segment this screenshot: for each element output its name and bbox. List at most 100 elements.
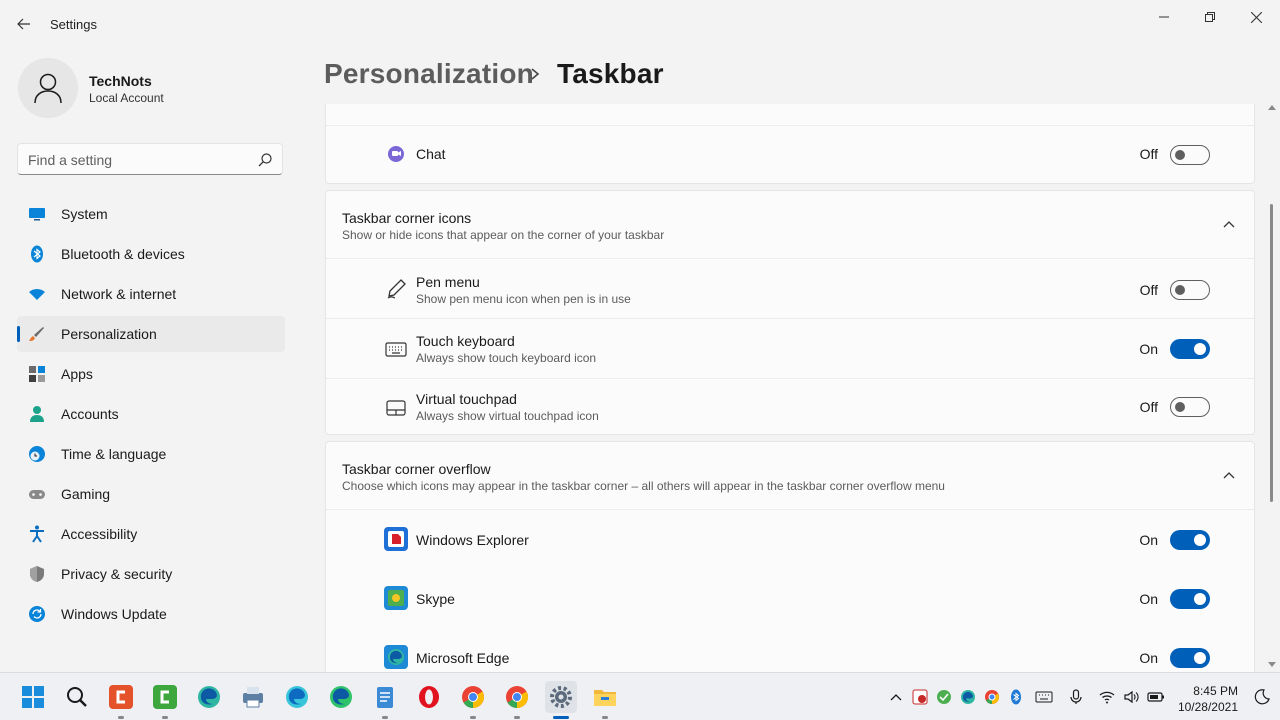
edge-icon (330, 686, 352, 708)
sidebar-item-system[interactable]: System (17, 196, 285, 232)
chrome-icon[interactable] (984, 689, 1000, 705)
printer-icon (243, 687, 263, 708)
wifi-icon (29, 289, 45, 300)
chevron-up-icon[interactable] (1222, 218, 1236, 232)
search-icon[interactable] (257, 152, 273, 168)
sidebar-nav: System Bluetooth & devices Network & int… (17, 196, 285, 636)
taskbar-app-edge-dev[interactable] (193, 681, 225, 713)
taskbar-app-camtasia-red[interactable] (105, 681, 137, 719)
chevron-up-icon[interactable] (1222, 469, 1236, 483)
virtual-touchpad-toggle[interactable] (1170, 397, 1210, 417)
virtual-touchpad-state: Off (1139, 399, 1158, 415)
shield-icon (30, 566, 44, 582)
focus-assist-icon[interactable] (1254, 689, 1270, 705)
taskbar-search-button[interactable] (61, 681, 93, 713)
settings-content[interactable]: Chat Off Taskbar corner icons Show or hi… (325, 104, 1255, 672)
chat-row[interactable]: Chat Off (326, 126, 1254, 185)
microsoft-edge-label: Microsoft Edge (416, 650, 510, 666)
touch-keyboard-toggle[interactable] (1170, 339, 1210, 359)
pen-menu-row[interactable]: Pen menu Show pen menu icon when pen is … (326, 259, 1254, 318)
brush-icon (29, 327, 44, 341)
gamepad-icon (29, 490, 45, 499)
security-check-icon[interactable] (936, 689, 952, 705)
breadcrumb-parent[interactable]: Personalization (324, 58, 534, 90)
camtasia-recorder-icon (153, 685, 177, 709)
taskbar-app-scanner[interactable] (237, 681, 269, 713)
corner-overflow-header[interactable]: Taskbar corner overflow Choose which ico… (326, 442, 1254, 509)
skype-row[interactable]: Skype On (326, 569, 1254, 628)
battery-icon[interactable] (1147, 689, 1165, 705)
taskbar-app-settings[interactable] (545, 681, 577, 719)
gear-icon (550, 686, 572, 708)
microphone-icon[interactable] (1068, 689, 1084, 705)
sidebar-item-accounts[interactable]: Accounts (17, 396, 285, 432)
sidebar-item-accessibility[interactable]: Accessibility (17, 516, 285, 552)
skype-state: On (1139, 591, 1158, 607)
scroll-down-icon[interactable] (1268, 662, 1276, 668)
touch-keyboard-row[interactable]: Touch keyboard Always show touch keyboar… (326, 319, 1254, 378)
taskbar-app-notepad[interactable] (369, 681, 401, 719)
page-title: Taskbar (557, 58, 664, 89)
search-input[interactable]: Find a setting (17, 143, 283, 175)
pen-icon (387, 279, 406, 299)
scroll-thumb[interactable] (1270, 204, 1273, 502)
back-button[interactable] (12, 12, 36, 36)
sidebar-item-bluetooth[interactable]: Bluetooth & devices (17, 236, 285, 272)
microsoft-edge-row[interactable]: Microsoft Edge On (326, 628, 1254, 672)
pen-menu-toggle[interactable] (1170, 280, 1210, 300)
taskbar-app-file-explorer[interactable] (589, 681, 621, 719)
edge-icon (198, 686, 220, 708)
bluetooth-icon[interactable] (1008, 689, 1024, 705)
tray-app-icon[interactable] (912, 689, 928, 705)
keyboard-icon (385, 342, 407, 357)
scroll-up-icon[interactable] (1268, 104, 1276, 110)
sidebar-item-time-language[interactable]: Time & language (17, 436, 285, 472)
microsoft-edge-toggle[interactable] (1170, 648, 1210, 668)
minimize-button[interactable] (1141, 4, 1187, 30)
volume-icon[interactable] (1123, 689, 1139, 705)
edge-icon[interactable] (960, 689, 976, 705)
close-button[interactable] (1233, 4, 1279, 30)
sidebar-item-gaming[interactable]: Gaming (17, 476, 285, 512)
wifi-icon[interactable] (1099, 689, 1115, 705)
sidebar-item-network[interactable]: Network & internet (17, 276, 285, 312)
sidebar-item-label: Accessibility (61, 526, 138, 542)
keyboard-icon[interactable] (1035, 689, 1053, 705)
skype-toggle[interactable] (1170, 589, 1210, 609)
chat-icon (388, 146, 404, 162)
chevron-right-icon (531, 68, 540, 80)
running-indicator (382, 716, 388, 719)
windows-explorer-row[interactable]: Windows Explorer On (326, 510, 1254, 569)
taskbar-app-opera[interactable] (413, 681, 445, 713)
chat-toggle[interactable] (1170, 145, 1210, 165)
taskbar-app-chrome-profile-2[interactable] (501, 681, 533, 719)
apps-icon (29, 366, 45, 382)
clock[interactable]: 8:45 PM 10/28/2021 (1178, 683, 1238, 715)
start-button[interactable] (17, 681, 49, 713)
taskbar-app-edge[interactable] (325, 681, 357, 713)
virtual-touchpad-row[interactable]: Virtual touchpad Always show virtual tou… (326, 379, 1254, 436)
opera-icon (419, 686, 439, 708)
section-title: Taskbar corner icons (342, 210, 472, 226)
chevron-up-icon[interactable] (888, 689, 904, 705)
sidebar-item-label: System (61, 206, 108, 222)
notepad-icon (377, 687, 393, 708)
corner-icons-header[interactable]: Taskbar corner icons Show or hide icons … (326, 191, 1254, 258)
taskbar-app-camtasia-green[interactable] (149, 681, 181, 719)
sidebar-item-windows-update[interactable]: Windows Update (17, 596, 285, 632)
running-indicator (602, 716, 608, 719)
sidebar-item-label: Network & internet (61, 286, 177, 302)
taskbar-app-edge-beta[interactable] (281, 681, 313, 713)
scrollbar[interactable] (1266, 104, 1278, 670)
windows-explorer-toggle[interactable] (1170, 530, 1210, 550)
sidebar-item-apps[interactable]: Apps (17, 356, 285, 392)
explorer-icon (384, 527, 408, 551)
sidebar-item-privacy[interactable]: Privacy & security (17, 556, 285, 592)
profile-account-type: Local Account (89, 91, 164, 105)
update-icon (29, 606, 45, 622)
restore-button[interactable] (1187, 4, 1233, 30)
sidebar-item-personalization[interactable]: Personalization (17, 316, 285, 352)
search-icon (67, 687, 87, 707)
taskbar-app-chrome-profile-1[interactable] (457, 681, 489, 719)
avatar[interactable] (18, 58, 78, 118)
